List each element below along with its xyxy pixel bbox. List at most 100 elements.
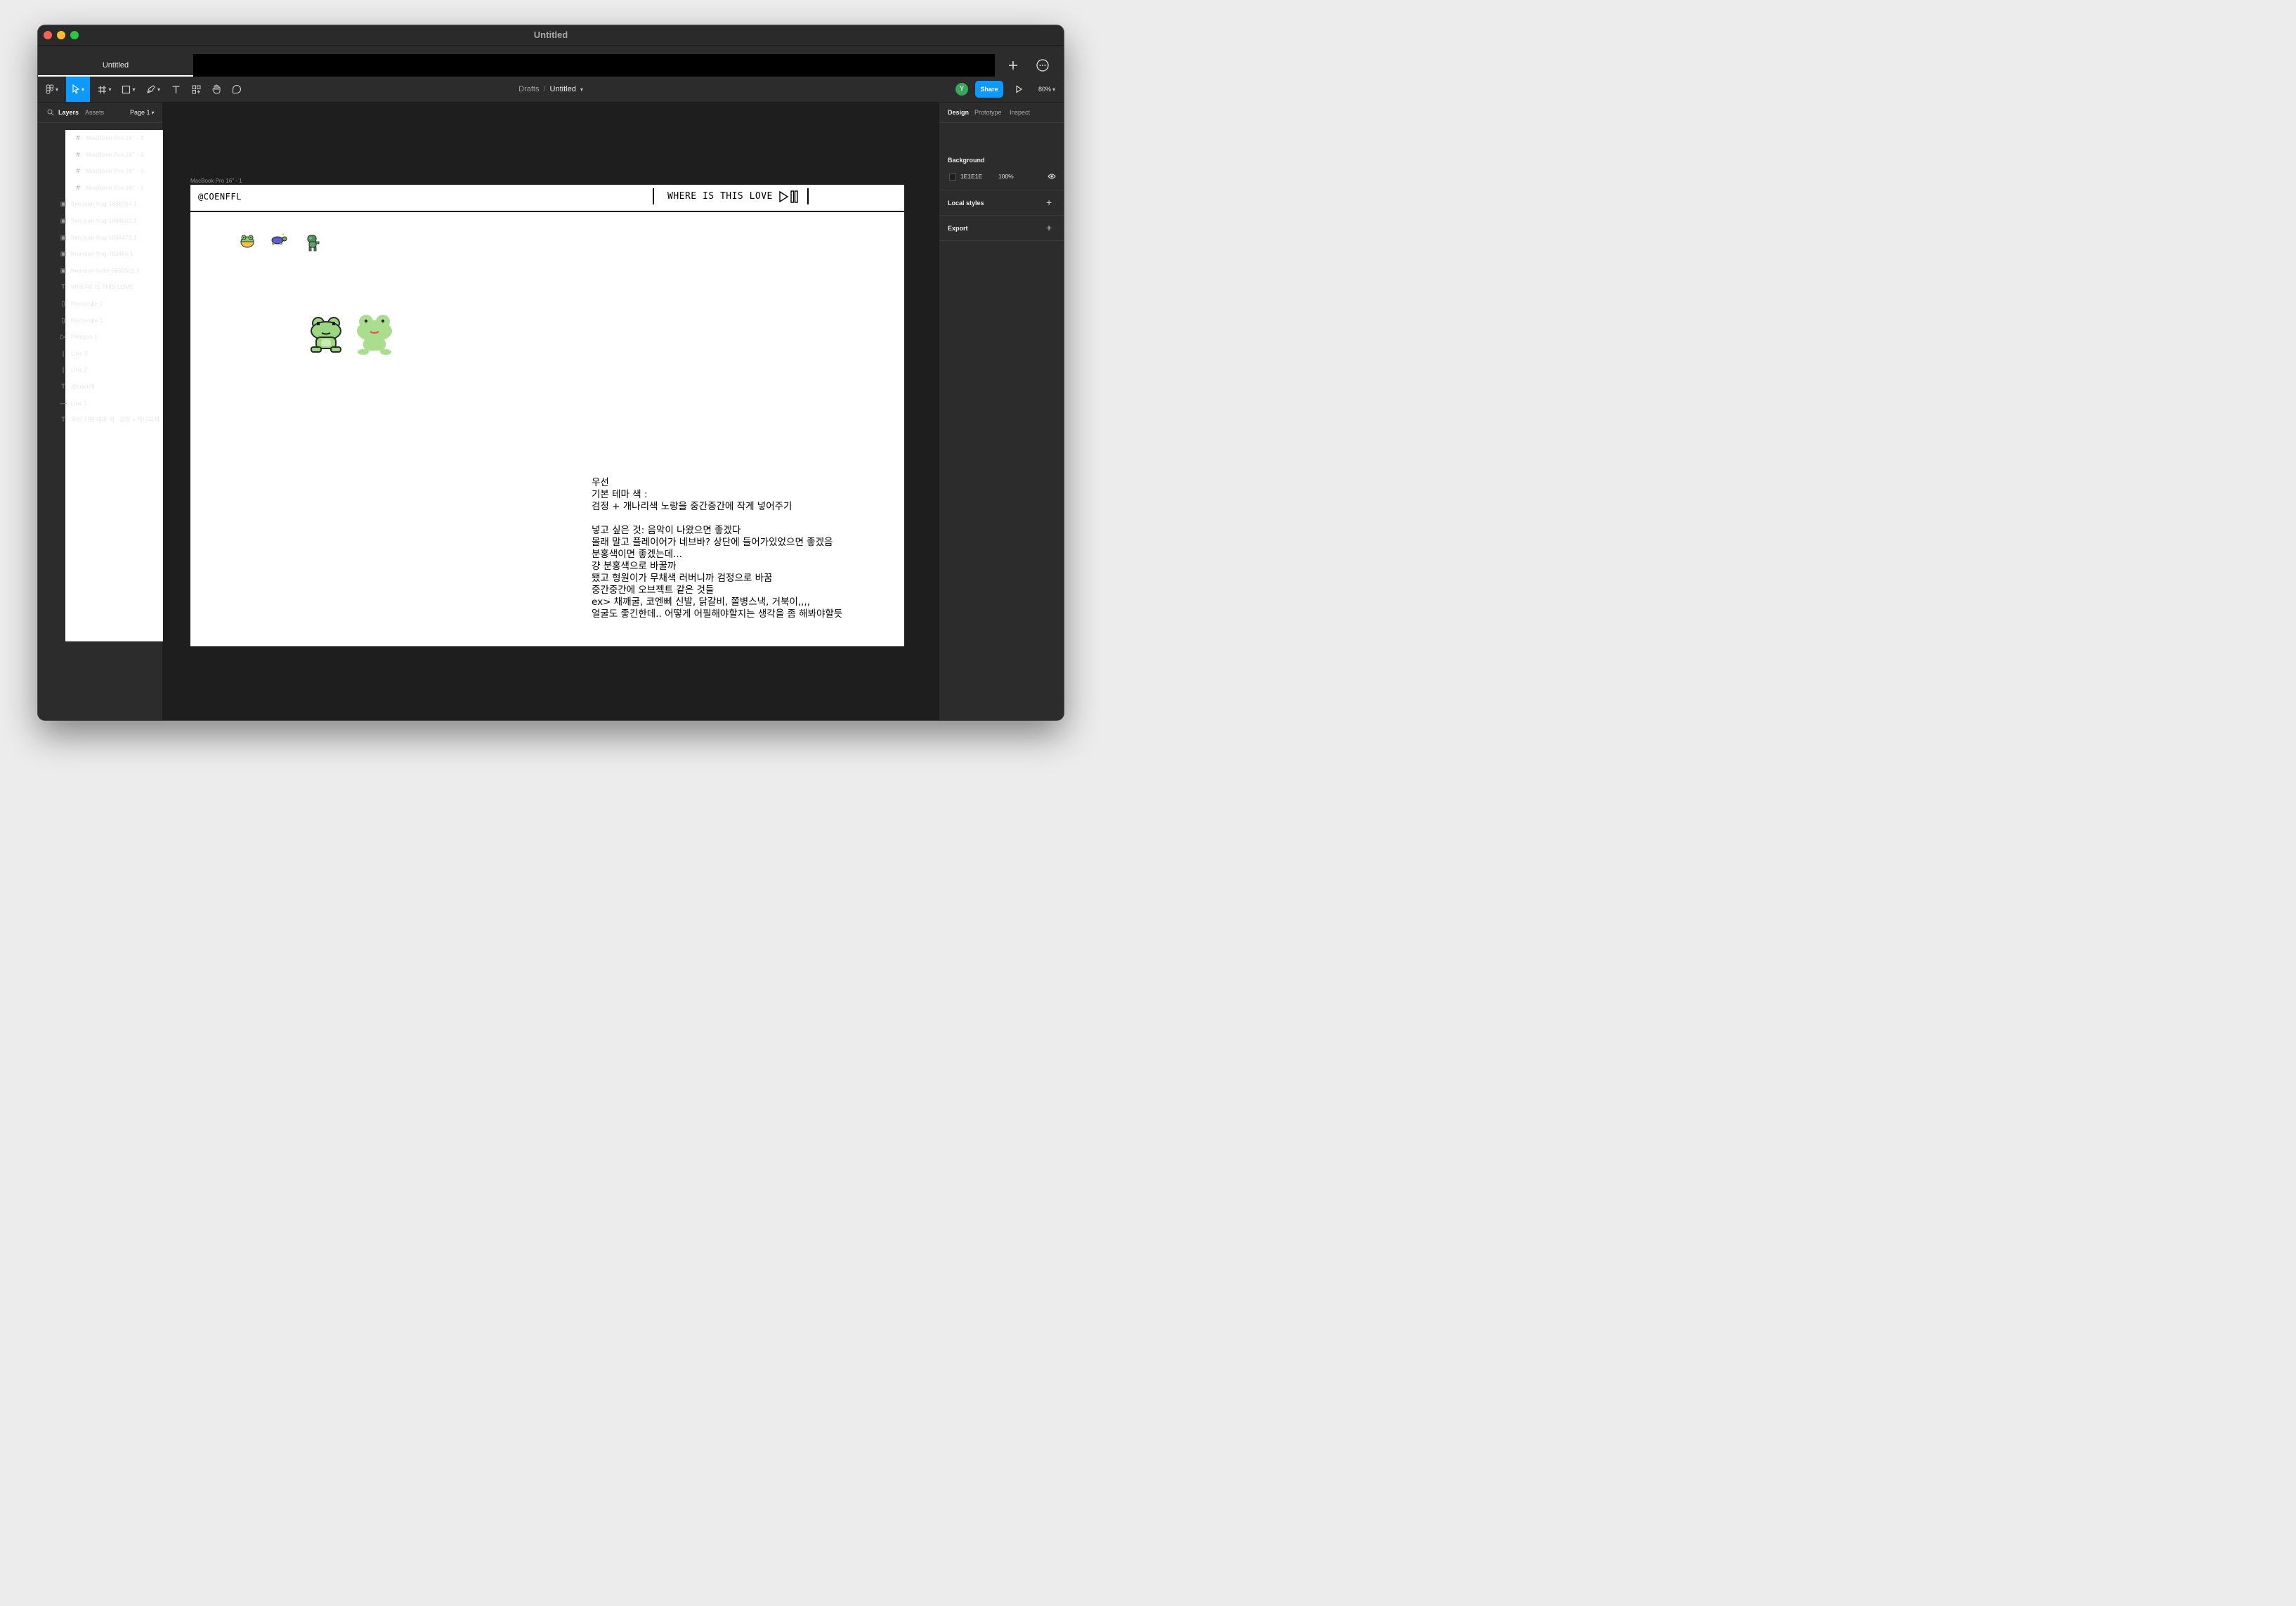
image-icon: ▣ (60, 250, 67, 258)
comment-icon (232, 84, 241, 94)
page-selector[interactable]: Page 1 ▾ (130, 103, 155, 123)
layer-row[interactable]: T 우선 기본 테마 색 : 검정 + 개나리색... (38, 412, 162, 427)
pen-icon (147, 85, 155, 93)
add-local-style-icon[interactable]: + (1046, 197, 1052, 207)
chevron-down-icon[interactable]: ▾ (580, 86, 583, 93)
turtle-icon[interactable] (269, 233, 287, 247)
panel-divider (939, 122, 1064, 123)
frog-face-icon[interactable] (240, 234, 255, 248)
tab-untitled[interactable]: Untitled (38, 54, 193, 77)
memo-text[interactable]: 우선 기본 테마 색 : 검정 + 개나리색 노랑을 중간중간에 작게 넣어주기… (592, 477, 894, 620)
layer-row[interactable]: ▣ free-icon-frog-1864502 1 (38, 213, 162, 228)
layer-name: MacBook Pro 16" - 3 (86, 134, 144, 141)
layer-name: Rectangle 2 (71, 300, 103, 307)
nav-bar[interactable]: @COENFFL WHERE IS THIS LOVE (190, 185, 904, 212)
main-menu-button[interactable]: ▾ (42, 77, 62, 102)
search-icon[interactable] (47, 109, 54, 116)
rectangle-icon: ▯ (61, 316, 65, 324)
layer-row[interactable]: ▯ Rectangle 2 (38, 296, 162, 311)
hand-icon (212, 84, 221, 94)
layer-name: Line 2 (71, 366, 88, 374)
resources-tool-button[interactable] (189, 77, 203, 102)
layer-name: free-icon-frog-1838764 1 (71, 200, 137, 208)
layer-row[interactable]: T WHERE IS THIS LOVE (38, 279, 162, 294)
rectangle-icon (122, 85, 131, 93)
line-2[interactable] (653, 188, 654, 204)
text-icon: T (61, 383, 65, 390)
pen-tool-button[interactable]: ▾ (143, 77, 163, 102)
layer-row[interactable]: ▷ Polygon 1 (38, 329, 162, 344)
song-title[interactable]: WHERE IS THIS LOVE (667, 191, 773, 202)
layer-row[interactable]: ▣ free-icon-frog-789465 1 (38, 246, 162, 261)
polygon-icon: ▷ (60, 333, 66, 341)
layer-name: free-icon-frog-1864472 1 (71, 233, 137, 241)
more-options-icon[interactable] (1036, 58, 1050, 72)
cursor-icon (72, 84, 80, 94)
pixel-frog-icon[interactable] (309, 315, 343, 355)
hand-tool-button[interactable] (209, 77, 223, 102)
layer-row[interactable]: — Line 1 (38, 396, 162, 411)
layer-name: 우선 기본 테마 색 : 검정 + 개나리색... (71, 416, 162, 424)
tab-layers[interactable]: Layers (58, 103, 79, 122)
new-tab-icon[interactable] (1006, 58, 1020, 72)
layer-row[interactable]: ▣ free-icon-turtle-6660501 1 (38, 263, 162, 278)
line-3[interactable] (807, 188, 809, 204)
frame-tool-button[interactable]: ▾ (96, 77, 114, 102)
breadcrumb-separator: / (543, 85, 546, 93)
layers-panel: Layers Assets Page 1 ▾ # MacBook Pro 16" -… (38, 103, 779, 720)
local-styles-title: Local styles (948, 200, 984, 207)
frame-label[interactable]: MacBook Pro 16" - 1 (190, 178, 242, 184)
image-icon: ▣ (60, 266, 67, 274)
frame-icon: # (76, 183, 80, 191)
tab-bar: Untitled (38, 54, 1064, 77)
visibility-eye-icon[interactable] (1048, 174, 1056, 179)
comment-tool-button[interactable] (230, 77, 244, 102)
text-icon (172, 85, 179, 93)
layer-row[interactable]: ▣ free-icon-frog-1864472 1 (38, 230, 162, 245)
image-icon: ▣ (60, 200, 67, 208)
background-color-swatch[interactable] (949, 174, 956, 181)
frame-icon: # (76, 150, 80, 158)
music-player-controls[interactable] (778, 190, 800, 207)
tab-prototype[interactable]: Prototype (974, 103, 1002, 122)
file-name[interactable]: Untitled (550, 85, 576, 93)
panel-divider (939, 240, 1064, 241)
soft-frog-icon[interactable] (355, 313, 394, 356)
rectangle-icon: ▯ (61, 300, 65, 307)
toolbar: ▾ ▾ ▾ ▾ ▾ Drafts / Untitled ▾ Y Share 80… (38, 77, 1064, 103)
layer-row[interactable]: T @coenffl (38, 379, 162, 394)
window-title: Untitled (533, 30, 568, 40)
breadcrumb-drafts[interactable]: Drafts (518, 85, 539, 93)
canvas[interactable]: MacBook Pro 16" - 1 @COENFFL WHERE IS TH… (163, 103, 1060, 720)
avatar[interactable]: Y (955, 83, 968, 96)
shape-tool-button[interactable]: ▾ (119, 77, 138, 102)
frame-icon: # (76, 167, 80, 175)
add-export-icon[interactable]: + (1046, 223, 1052, 233)
frame-icon (98, 85, 107, 93)
layer-row[interactable]: ▯ Rectangle 1 (38, 313, 162, 328)
layer-row[interactable]: ▣ free-icon-frog-1838764 1 (38, 196, 162, 211)
move-tool-button[interactable]: ▾ (66, 77, 90, 102)
handle-text[interactable]: @COENFFL (198, 192, 242, 202)
layer-name: Rectangle 1 (71, 316, 103, 324)
frog-standing-icon[interactable] (305, 234, 320, 252)
tab-inspect[interactable]: Inspect (1010, 103, 1030, 122)
present-button[interactable] (1015, 84, 1023, 97)
layer-name: free-icon-frog-1864502 1 (71, 217, 137, 224)
layer-name: MacBook Pro 16" - 4 (86, 150, 144, 158)
share-button[interactable]: Share (975, 81, 1003, 98)
rectangle-2 (794, 190, 798, 203)
tab-assets[interactable]: Assets (85, 103, 104, 122)
zoom-menu[interactable]: 80% ▾ (1038, 77, 1055, 103)
layer-row[interactable]: | Line 2 (38, 362, 162, 377)
layer-row[interactable]: | Line 3 (38, 346, 162, 361)
background-opacity-input[interactable]: 100% (998, 173, 1014, 180)
background-hex-input[interactable]: 1E1E1E (960, 173, 982, 180)
text-tool-button[interactable] (169, 77, 183, 102)
frame-macbook-pro-1[interactable]: @COENFFL WHERE IS THIS LOVE 우선 기본 테마 색:… (190, 185, 904, 646)
tab-design[interactable]: Design (948, 103, 969, 122)
design-panel: Design Prototype Inspect Background 1E1E… (939, 103, 1064, 720)
frame-icon: # (76, 134, 80, 141)
panel-divider (939, 215, 1064, 216)
page-name: Page 1 (130, 109, 150, 116)
